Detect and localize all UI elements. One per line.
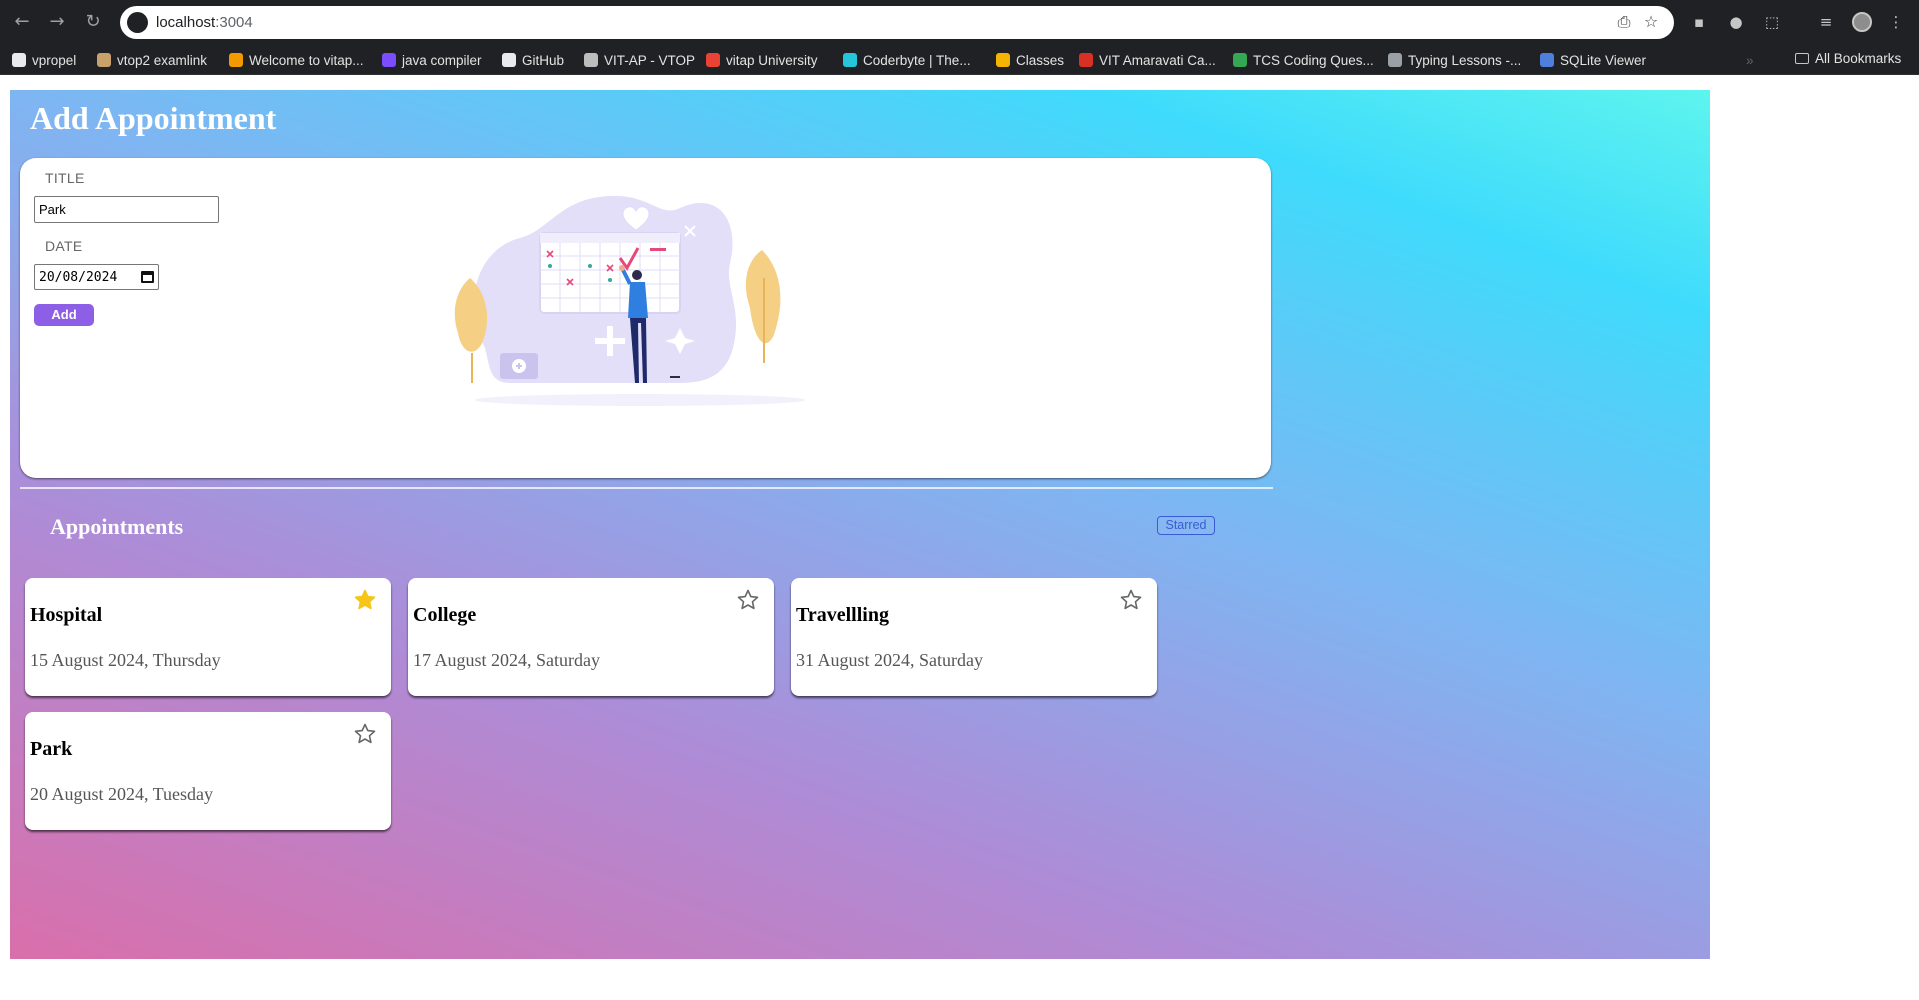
reload-icon[interactable]: ↻ <box>82 11 104 33</box>
bookmark-star-icon[interactable]: ☆ <box>1641 12 1661 32</box>
divider <box>20 487 1273 489</box>
bookmark-label: Classes <box>1016 52 1065 68</box>
bookmark-favicon-icon <box>1079 53 1093 67</box>
appointment-date: 15 August 2024, Thursday <box>30 650 221 670</box>
star-filled-icon[interactable] <box>353 588 377 612</box>
bookmark-favicon-icon <box>996 53 1010 67</box>
bookmark-favicon-icon <box>843 53 857 67</box>
appointment-date: 31 August 2024, Saturday <box>796 650 983 670</box>
media-controls-icon[interactable]: ≡ <box>1815 11 1837 33</box>
bookmark-favicon-icon <box>706 53 720 67</box>
appointment-title: Park <box>30 738 73 760</box>
all-bookmarks-label: All Bookmarks <box>1815 51 1902 66</box>
appointment-card: Hospital 15 August 2024, Thursday <box>25 578 391 696</box>
bookmarks-bar: All Bookmarks vpropel vtop2 examlink Welco… <box>0 45 1919 75</box>
bookmark-label: vtop2 examlink <box>117 52 208 68</box>
appointment-title: College <box>413 604 477 626</box>
bookmark-item[interactable]: Typing Lessons -... <box>1388 51 1521 69</box>
bookmark-label: Typing Lessons -... <box>1408 52 1522 68</box>
bookmark-item[interactable]: Classes <box>996 51 1064 69</box>
appointment-illustration <box>454 195 805 406</box>
bookmark-item[interactable]: vtop2 examlink <box>97 51 207 69</box>
install-app-icon[interactable]: ⎙ <box>1614 12 1634 32</box>
bookmark-favicon-icon <box>229 53 243 67</box>
bookmark-item[interactable]: VIT-AP - VTOP <box>584 51 695 69</box>
bookmark-item[interactable]: GitHub <box>502 51 564 69</box>
forward-icon[interactable]: → <box>46 11 68 33</box>
starred-filter-button[interactable]: Starred <box>1157 516 1215 535</box>
bookmark-favicon-icon <box>382 53 396 67</box>
bookmark-label: VIT Amaravati Ca... <box>1099 52 1216 68</box>
bookmark-item[interactable]: SQLite Viewer <box>1540 51 1646 69</box>
appointment-title: Travellling <box>796 604 889 626</box>
appointment-card: Travellling 31 August 2024, Saturday <box>791 578 1157 696</box>
star-outline-icon[interactable] <box>1119 588 1143 612</box>
bookmark-label: VIT-AP - VTOP <box>604 52 696 68</box>
calendar-icon[interactable] <box>141 271 154 283</box>
address-bar[interactable]: localhost:3004 ⎙ ☆ <box>120 6 1674 39</box>
appointments-heading: Appointments <box>50 514 184 539</box>
bookmark-item[interactable]: java compiler <box>382 51 482 69</box>
appointment-form: TITLE DATE 20/08/2024 Add <box>20 158 1271 478</box>
page: Add Appointment TITLE DATE 20/08/2024 Ad… <box>0 76 1919 1000</box>
url-text[interactable]: localhost:3004 <box>156 14 253 31</box>
menu-kebab-icon[interactable]: ⋮ <box>1885 11 1907 33</box>
bookmark-label: java compiler <box>402 52 482 68</box>
back-icon[interactable]: ← <box>11 11 33 33</box>
title-label: TITLE <box>45 170 85 186</box>
bookmark-favicon-icon <box>1388 53 1402 67</box>
bookmarks-overflow-icon[interactable]: » <box>1746 51 1754 69</box>
bookmark-favicon-icon <box>12 53 26 67</box>
page-title: Add Appointment <box>30 100 277 136</box>
bookmark-label: TCS Coding Ques... <box>1253 52 1374 68</box>
bookmark-item[interactable]: vpropel <box>12 51 76 69</box>
browser-toolbar: ← → ↻ localhost:3004 ⎙ ☆ ▪ ● ⬚ ≡ ⋮ <box>0 0 1919 45</box>
profile-avatar[interactable] <box>1852 12 1872 32</box>
bookmark-item[interactable]: TCS Coding Ques... <box>1233 51 1374 69</box>
bookmark-item[interactable]: Welcome to vitap... <box>229 51 364 69</box>
bookmark-item[interactable]: VIT Amaravati Ca... <box>1079 51 1216 69</box>
appointment-date: 20 August 2024, Tuesday <box>30 784 214 804</box>
appointment-card: Park 20 August 2024, Tuesday <box>25 712 391 830</box>
date-label: DATE <box>45 238 83 254</box>
bookmark-favicon-icon <box>584 53 598 67</box>
bookmark-label: vitap University <box>726 52 818 68</box>
date-input[interactable]: 20/08/2024 <box>34 264 159 290</box>
extension-icon[interactable]: ▪ <box>1688 11 1710 33</box>
folder-icon <box>1795 53 1809 64</box>
appointment-card: College 17 August 2024, Saturday <box>408 578 774 696</box>
appointment-title: Hospital <box>30 604 103 626</box>
star-outline-icon[interactable] <box>736 588 760 612</box>
bookmark-label: vpropel <box>32 52 77 68</box>
date-value: 20/08/2024 <box>39 269 118 285</box>
bookmark-label: SQLite Viewer <box>1560 52 1647 68</box>
bookmark-label: Coderbyte | The... <box>863 52 971 68</box>
extensions-puzzle-icon[interactable]: ⬚ <box>1761 11 1783 33</box>
bookmark-favicon-icon <box>1233 53 1247 67</box>
bookmark-item[interactable]: Coderbyte | The... <box>843 51 971 69</box>
bookmark-favicon-icon <box>1540 53 1554 67</box>
bookmark-item[interactable]: vitap University <box>706 51 818 69</box>
appointment-date: 17 August 2024, Saturday <box>413 650 600 670</box>
bookmark-label: Welcome to vitap... <box>249 52 364 68</box>
title-input[interactable] <box>34 196 219 223</box>
app-container: Add Appointment TITLE DATE 20/08/2024 Ad… <box>10 90 1710 959</box>
all-bookmarks-button[interactable]: All Bookmarks <box>1795 51 1901 66</box>
add-button[interactable]: Add <box>34 304 94 326</box>
site-info-icon[interactable] <box>127 12 148 33</box>
extension-icon[interactable]: ● <box>1725 11 1747 33</box>
bookmark-favicon-icon <box>97 53 111 67</box>
bookmark-label: GitHub <box>522 52 565 68</box>
bookmark-favicon-icon <box>502 53 516 67</box>
star-outline-icon[interactable] <box>353 722 377 746</box>
